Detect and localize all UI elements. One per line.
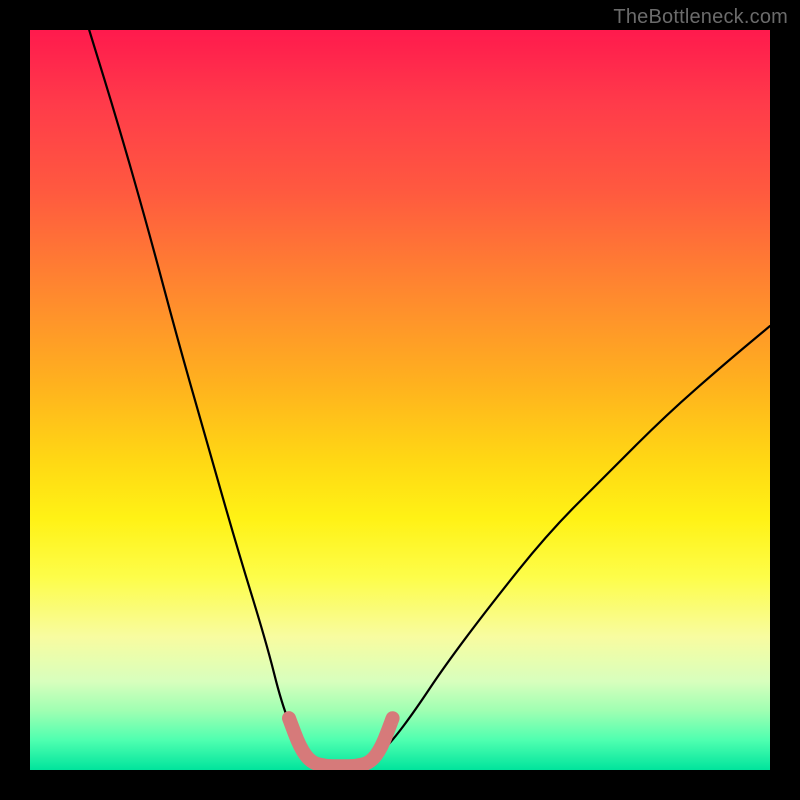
curve-left <box>89 30 304 755</box>
plot-svg <box>30 30 770 770</box>
curve-group <box>89 30 770 766</box>
curve-right <box>378 326 770 755</box>
plot-area <box>30 30 770 770</box>
curve-highlight <box>289 718 393 766</box>
chart-frame: TheBottleneck.com <box>0 0 800 800</box>
watermark-text: TheBottleneck.com <box>613 6 788 29</box>
